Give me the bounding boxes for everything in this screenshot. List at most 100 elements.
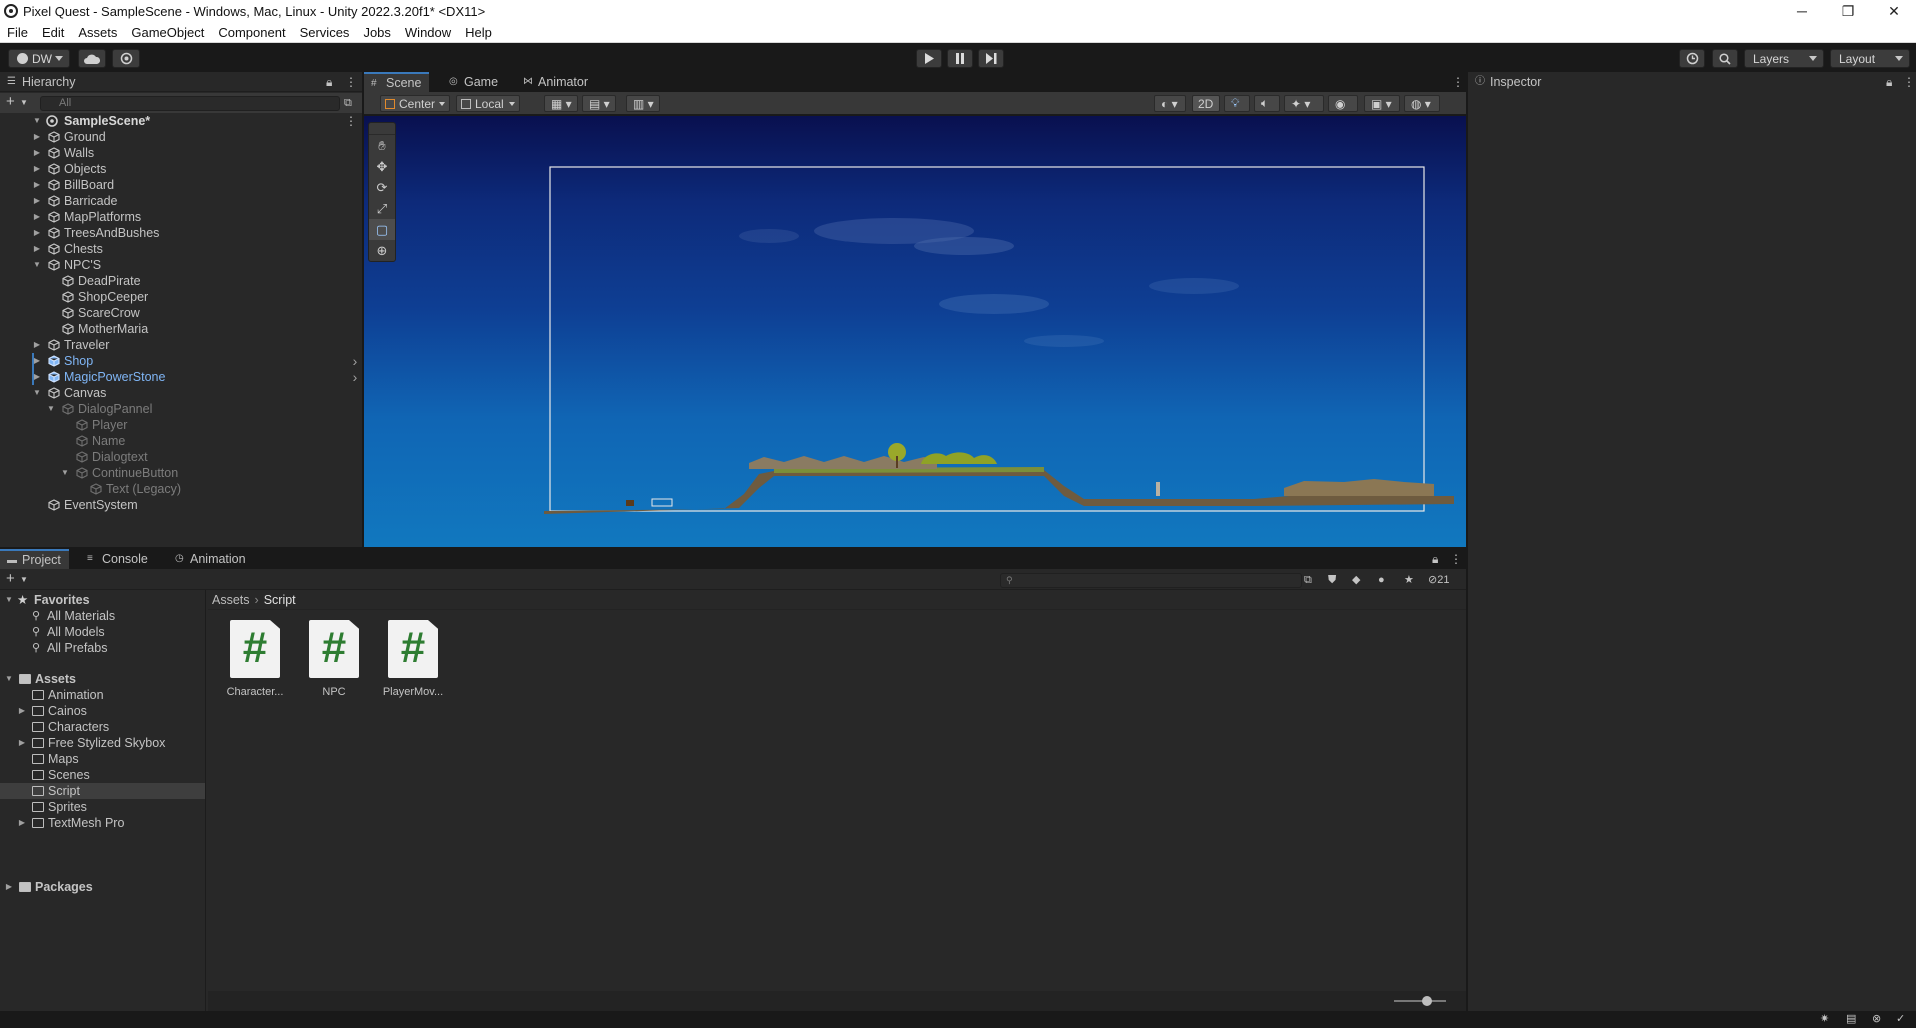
close-button[interactable]: ✕ (1872, 0, 1916, 22)
kebab-menu-icon[interactable]: ⋮ (1903, 75, 1915, 89)
debug-icon[interactable]: ✷ (1820, 1012, 1829, 1026)
folder-item[interactable]: Characters (0, 719, 205, 735)
cache-icon[interactable]: ▤ (1846, 1012, 1856, 1026)
favorites-header[interactable]: ▼ ★ Favorites (0, 592, 205, 608)
favorite-item[interactable]: ⚲ All Prefabs (0, 640, 205, 656)
space-local-dropdown[interactable]: Local (456, 95, 520, 112)
tab-game[interactable]: ◎ Game (442, 72, 506, 92)
folder-item[interactable]: Maps (0, 751, 205, 767)
hidden-packages-button[interactable]: ⊘21 (1428, 573, 1449, 587)
breadcrumb-assets[interactable]: Assets (212, 593, 250, 607)
tree-row[interactable]: ▼ NPC'S (0, 257, 362, 273)
tree-row[interactable]: ▶ Walls (0, 145, 362, 161)
check-icon[interactable]: ✓ (1896, 1012, 1905, 1026)
tree-row[interactable]: ▶ Objects (0, 161, 362, 177)
increment-snap-button[interactable]: ▥ ▾ (626, 95, 660, 112)
tab-hierarchy[interactable]: ☰ Hierarchy (0, 72, 84, 92)
rect-tool-icon[interactable]: ▢ (369, 219, 395, 240)
project-search-input[interactable]: ⚲ (1000, 573, 1302, 588)
expand-arrow-icon[interactable]: ▶ (32, 161, 42, 177)
tree-row[interactable]: ScareCrow (0, 305, 362, 321)
menu-help[interactable]: Help (458, 25, 499, 40)
add-icon[interactable]: + (6, 94, 15, 109)
folder-item[interactable]: Script (0, 783, 205, 799)
tag-icon[interactable]: ◆ (1352, 573, 1360, 587)
step-button[interactable] (978, 49, 1004, 68)
play-button[interactable] (916, 49, 942, 68)
tree-row[interactable]: ▶ MagicPowerStone › (0, 369, 362, 385)
tab-animation[interactable]: ◷ Animation (168, 549, 254, 569)
grid-snapping-button[interactable]: ▦ ▾ (544, 95, 578, 112)
expand-arrow-icon[interactable]: ▶ (32, 193, 42, 209)
chevron-down-icon[interactable]: ▼ (20, 573, 28, 587)
tab-inspector[interactable]: ⓘ Inspector (1468, 72, 1549, 92)
expand-arrow-icon[interactable]: ▶ (32, 337, 42, 353)
minimize-button[interactable]: ─ (1780, 0, 1824, 22)
expand-arrow-icon[interactable]: ▼ (46, 401, 56, 417)
tree-row[interactable]: ▶ Barricade (0, 193, 362, 209)
expand-arrow-icon[interactable]: ▼ (32, 385, 42, 401)
expand-arrow-icon[interactable]: ▼ (4, 592, 14, 608)
menu-file[interactable]: File (0, 25, 35, 40)
transform-tool-icon[interactable]: ⊕ (369, 240, 395, 261)
tree-row[interactable]: Dialogtext (0, 449, 362, 465)
menu-edit[interactable]: Edit (35, 25, 71, 40)
pivot-center-dropdown[interactable]: Center (380, 95, 450, 112)
expand-arrow-icon[interactable]: ▶ (17, 703, 27, 719)
expand-arrow-icon[interactable]: ▼ (32, 257, 42, 273)
chevron-down-icon[interactable]: ▼ (20, 96, 28, 110)
star-icon[interactable]: ★ (1404, 573, 1414, 587)
expand-arrow-icon[interactable]: ▶ (17, 735, 27, 751)
tree-row[interactable]: ▶ Chests (0, 241, 362, 257)
tree-row[interactable]: ▶ Traveler (0, 337, 362, 353)
account-dropdown[interactable]: DW (8, 49, 70, 68)
lighting-toggle[interactable]: 💡︎ (1224, 95, 1250, 112)
scale-tool-icon[interactable]: ⤢ (369, 198, 395, 219)
maximize-button[interactable]: ❐ (1826, 0, 1870, 22)
expand-arrow-icon[interactable]: ▶ (32, 129, 42, 145)
breadcrumb-script[interactable]: Script (264, 593, 296, 607)
palette-handle[interactable] (369, 123, 395, 135)
folder-item[interactable]: ▶ Cainos (0, 703, 205, 719)
folder-item[interactable]: Scenes (0, 767, 205, 783)
tab-project[interactable]: ▬ Project (0, 549, 69, 569)
tree-row[interactable]: ▼ Canvas (0, 385, 362, 401)
expand-arrow-icon[interactable]: ▼ (32, 113, 42, 129)
expand-arrow-icon[interactable]: ▶ (32, 209, 42, 225)
favorite-item[interactable]: ⚲ All Models (0, 624, 205, 640)
scene-visibility-toggle[interactable]: ◉ (1328, 95, 1358, 112)
assets-header[interactable]: ▼ Assets (0, 671, 205, 687)
tab-scene[interactable]: # Scene (364, 72, 430, 92)
menu-assets[interactable]: Assets (71, 25, 124, 40)
tree-row[interactable]: ▼ DialogPannel (0, 401, 362, 417)
warning-icon[interactable]: ● (1378, 573, 1385, 587)
hierarchy-search-input[interactable]: All (40, 96, 340, 111)
layers-dropdown[interactable]: Layers (1744, 49, 1824, 68)
add-icon[interactable]: + (6, 571, 15, 586)
search-by-type-icon[interactable]: ⧉ (1304, 573, 1312, 587)
menu-services[interactable]: Services (293, 25, 357, 40)
draw-mode-dropdown[interactable]: ◐ ▾ (1154, 95, 1186, 112)
tree-row[interactable]: ShopCeeper (0, 289, 362, 305)
menu-gameobject[interactable]: GameObject (124, 25, 211, 40)
hand-tool-icon[interactable]: ✋︎ (369, 135, 395, 156)
scene-canvas[interactable]: ✋︎ ✥ ⟳ ⤢ ▢ ⊕ (364, 116, 1466, 547)
rotate-tool-icon[interactable]: ⟳ (369, 177, 395, 198)
expand-arrow-icon[interactable]: ▶ (32, 225, 42, 241)
expand-arrow-icon[interactable]: ▶ (32, 369, 42, 385)
layout-dropdown[interactable]: Layout (1830, 49, 1910, 68)
kebab-menu-icon[interactable]: ⋮ (345, 114, 357, 128)
script-file[interactable]: # NPC (299, 620, 369, 700)
folder-item[interactable]: Animation (0, 687, 205, 703)
move-tool-icon[interactable]: ✥ (369, 156, 395, 177)
folder-item[interactable]: ▶ Free Stylized Skybox (0, 735, 205, 751)
expand-arrow-icon[interactable]: ▶ (32, 241, 42, 257)
tree-row[interactable]: ▶ TreesAndBushes (0, 225, 362, 241)
tree-row[interactable]: Text (Legacy) (0, 481, 362, 497)
expand-arrow-icon[interactable]: ▶ (17, 815, 27, 831)
history-button[interactable] (1679, 49, 1705, 68)
tree-row[interactable]: DeadPirate (0, 273, 362, 289)
packages-header[interactable]: ▶ Packages (0, 879, 205, 895)
gizmos-dropdown[interactable]: ◍ ▾ (1404, 95, 1440, 112)
expand-arrow-icon[interactable]: ▼ (4, 671, 14, 687)
